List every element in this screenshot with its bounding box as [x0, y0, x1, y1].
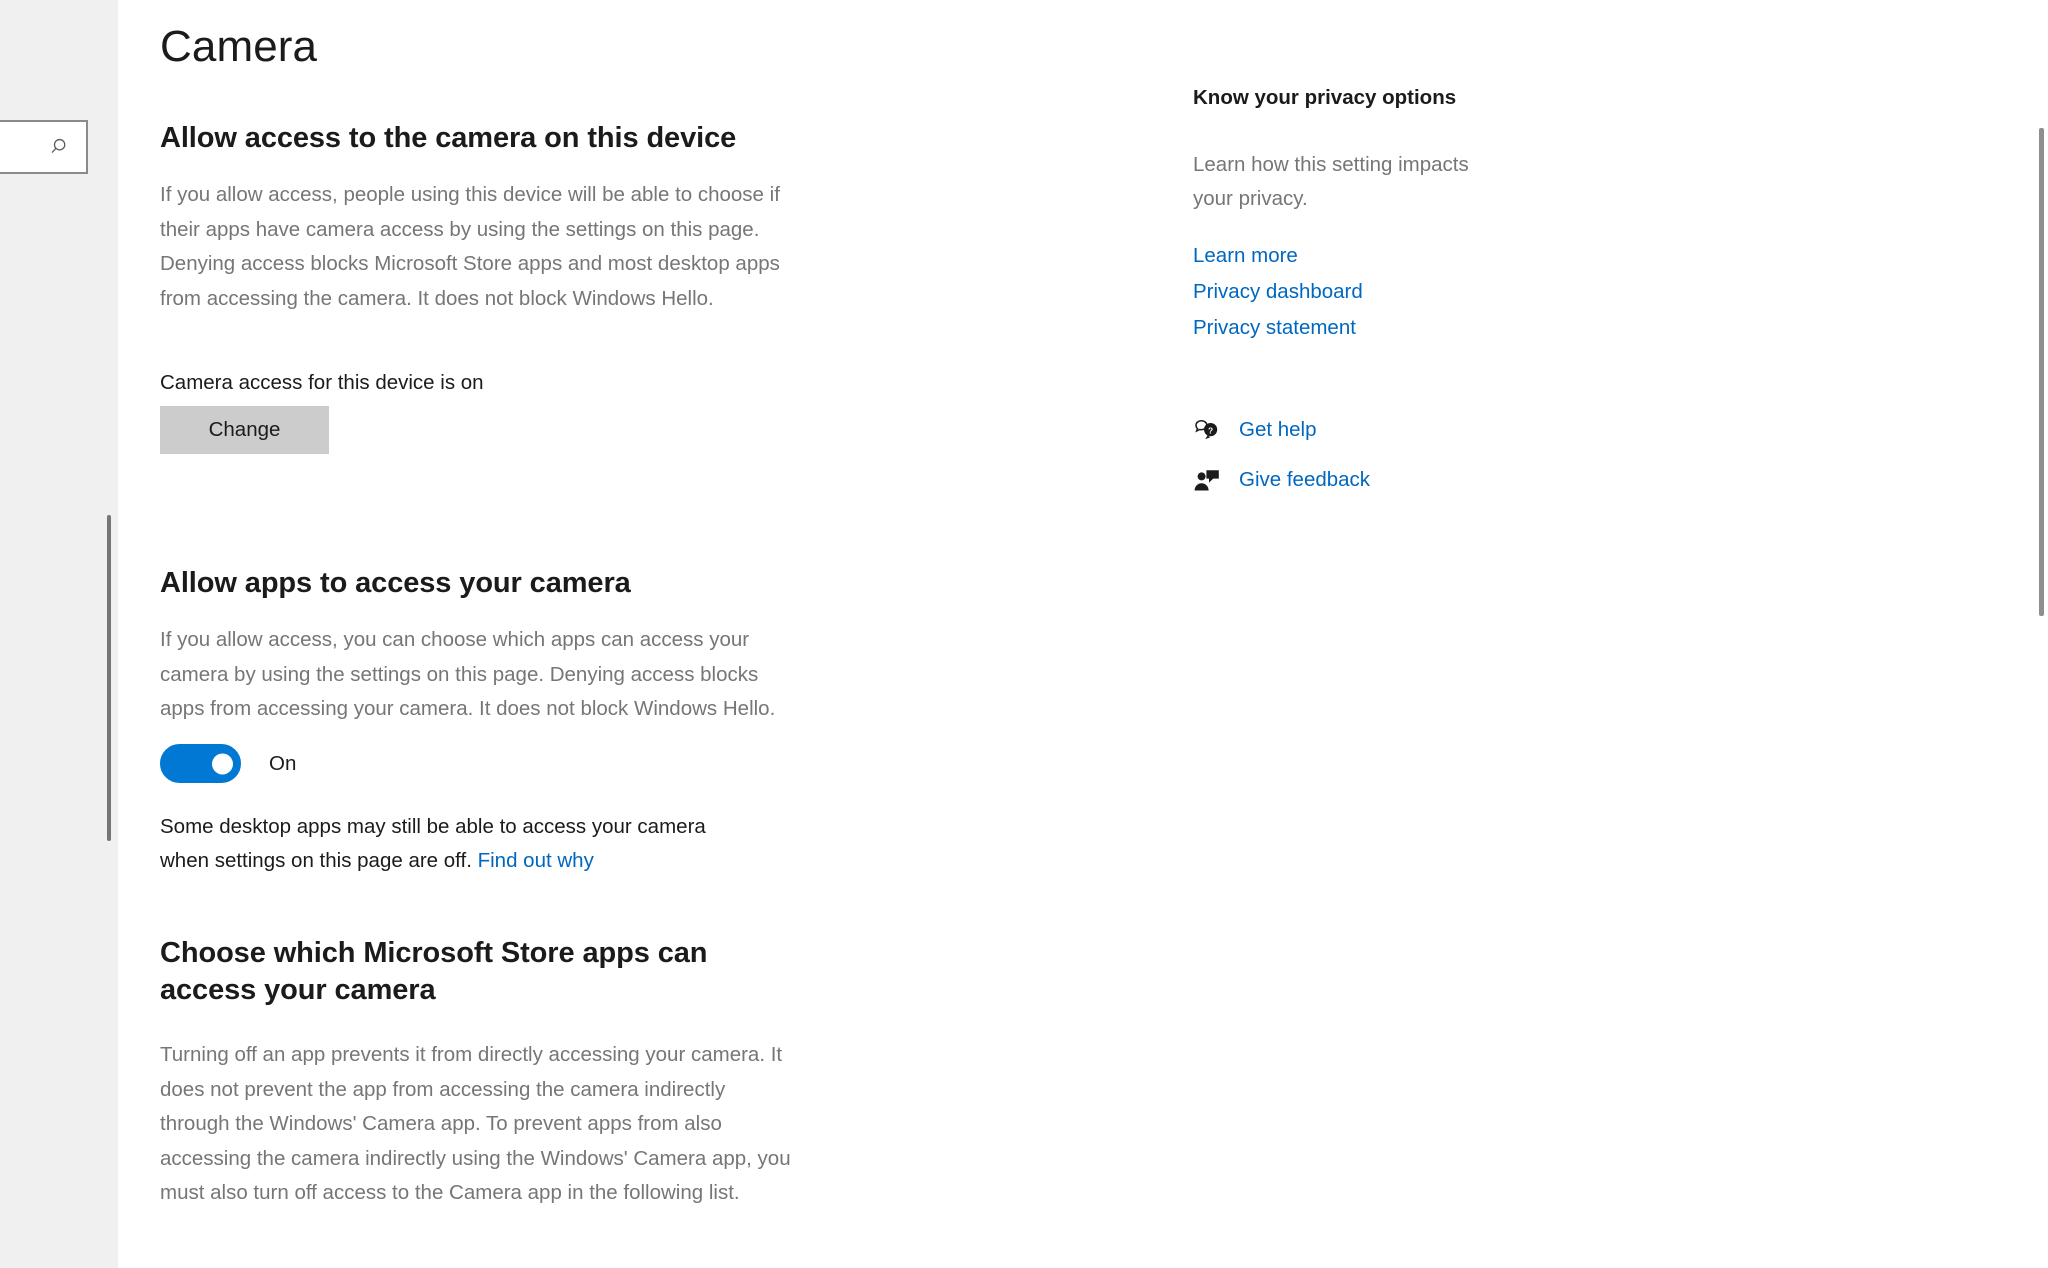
app-access-toggle-label: On	[269, 752, 296, 776]
privacy-statement-link[interactable]: Privacy statement	[1193, 310, 1356, 346]
app-access-heading: Allow apps to access your camera	[160, 565, 631, 602]
app-access-toggle[interactable]	[160, 744, 241, 783]
feedback-person-bubble-icon	[1193, 466, 1221, 494]
search-input[interactable]	[0, 122, 40, 172]
device-access-description: If you allow access, people using this d…	[160, 178, 780, 316]
settings-window: Camera Allow access to the camera on thi…	[0, 0, 2048, 1268]
page-scrollbar-thumb[interactable]	[2039, 128, 2044, 616]
privacy-options-title: Know your privacy options	[1193, 86, 1623, 110]
change-button[interactable]: Change	[160, 406, 329, 454]
app-access-toggle-row: On	[160, 744, 296, 783]
give-feedback-label: Give feedback	[1239, 468, 1370, 492]
desktop-apps-note-text: Some desktop apps may still be able to a…	[160, 815, 706, 872]
desktop-apps-note: Some desktop apps may still be able to a…	[160, 810, 760, 878]
sidebar-scrollbar-thumb[interactable]	[107, 515, 111, 841]
learn-more-link[interactable]: Learn more	[1193, 238, 1298, 274]
store-apps-description: Turning off an app prevents it from dire…	[160, 1038, 800, 1211]
app-access-description: If you allow access, you can choose whic…	[160, 623, 800, 727]
navigation-sidebar	[0, 0, 118, 1268]
give-feedback-action[interactable]: Give feedback	[1193, 466, 1370, 494]
settings-search-box[interactable]	[0, 120, 88, 174]
related-settings-rail: Know your privacy options Learn how this…	[1193, 86, 1623, 494]
page-title: Camera	[160, 22, 317, 72]
support-actions: ? Get help Give feedback	[1193, 416, 1623, 494]
privacy-options-description: Learn how this setting impacts your priv…	[1193, 148, 1513, 216]
settings-content: Camera Allow access to the camera on thi…	[118, 0, 2048, 1268]
toggle-knob	[212, 753, 233, 774]
get-help-action[interactable]: ? Get help	[1193, 416, 1317, 444]
search-icon	[50, 136, 72, 158]
device-access-heading: Allow access to the camera on this devic…	[160, 120, 736, 157]
device-access-status: Camera access for this device is on	[160, 368, 484, 398]
privacy-dashboard-link[interactable]: Privacy dashboard	[1193, 274, 1363, 310]
find-out-why-link[interactable]: Find out why	[478, 849, 594, 872]
privacy-links-list: Learn more Privacy dashboard Privacy sta…	[1193, 238, 1623, 346]
help-question-bubble-icon: ?	[1193, 416, 1221, 444]
store-apps-heading: Choose which Microsoft Store apps can ac…	[160, 935, 760, 1009]
svg-text:?: ?	[1208, 425, 1213, 435]
get-help-label: Get help	[1239, 418, 1317, 442]
